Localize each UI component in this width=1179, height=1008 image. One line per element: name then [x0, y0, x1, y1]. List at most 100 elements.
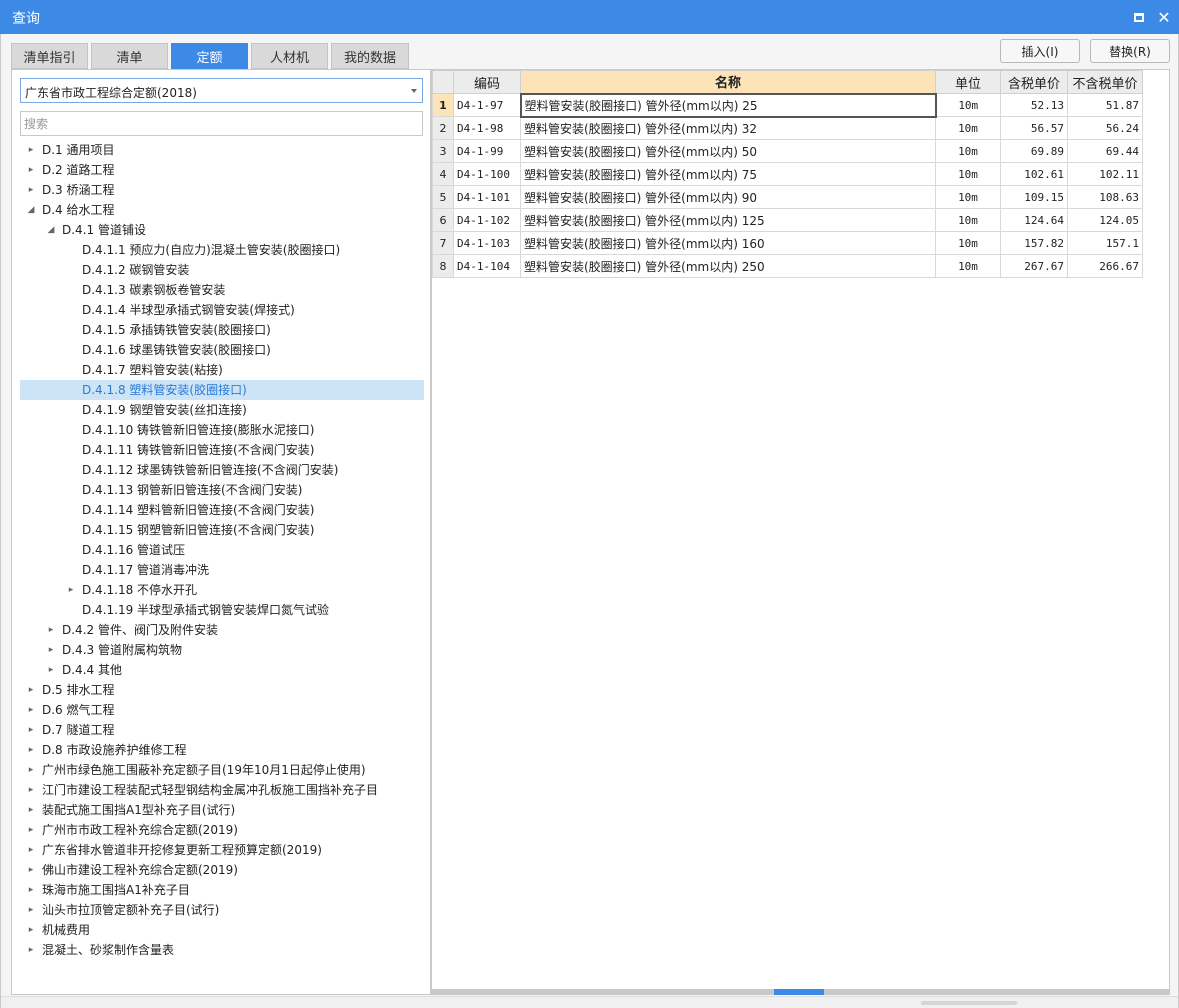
- table-row[interactable]: 4 D4-1-100 塑料管安装(胶圈接口) 管外径(mm以内) 75 10m 102.…: [432, 162, 1143, 186]
- row-number[interactable]: 2: [432, 116, 454, 140]
- expand-arrow-icon[interactable]: ▸: [26, 840, 36, 860]
- cell-code[interactable]: D4-1-102: [453, 208, 521, 232]
- scrollbar-thumb[interactable]: [774, 989, 824, 995]
- cell-tax-price[interactable]: 69.89: [1000, 139, 1068, 163]
- table-row[interactable]: 7 D4-1-103 塑料管安装(胶圈接口) 管外径(mm以内) 160 10m 157…: [432, 231, 1143, 255]
- tree-item[interactable]: D.4.1.1 预应力(自应力)混凝土管安装(胶圈接口): [20, 240, 424, 260]
- cell-name[interactable]: 塑料管安装(胶圈接口) 管外径(mm以内) 75: [520, 162, 936, 186]
- cell-name[interactable]: 塑料管安装(胶圈接口) 管外径(mm以内) 32: [520, 116, 936, 140]
- row-number[interactable]: 4: [432, 162, 454, 186]
- table-row[interactable]: 2 D4-1-98 塑料管安装(胶圈接口) 管外径(mm以内) 32 10m 56.57…: [432, 116, 1143, 140]
- cell-unit[interactable]: 10m: [935, 162, 1001, 186]
- expand-arrow-icon[interactable]: ▸: [26, 160, 36, 180]
- tree-item[interactable]: ▸ D.8 市政设施养护维修工程: [20, 740, 424, 760]
- cell-code[interactable]: D4-1-99: [453, 139, 521, 163]
- expand-arrow-icon[interactable]: ▸: [26, 800, 36, 820]
- search-input[interactable]: [20, 111, 423, 136]
- cell-code[interactable]: D4-1-98: [453, 116, 521, 140]
- tree-item[interactable]: D.4.1.17 管道消毒冲洗: [20, 560, 424, 580]
- tree-item[interactable]: D.4.1.4 半球型承插式钢管安装(焊接式): [20, 300, 424, 320]
- expand-arrow-icon[interactable]: ▸: [46, 640, 56, 660]
- insert-button[interactable]: 插入(I): [1000, 39, 1080, 63]
- expand-arrow-icon[interactable]: ▸: [26, 780, 36, 800]
- collapse-arrow-icon[interactable]: ◢: [26, 200, 36, 220]
- tree-item[interactable]: D.4.1.8 塑料管安装(胶圈接口): [20, 380, 424, 400]
- cell-unit[interactable]: 10m: [935, 231, 1001, 255]
- cell-notax-price[interactable]: 108.63: [1067, 185, 1143, 209]
- row-number[interactable]: 6: [432, 208, 454, 232]
- resize-grip[interactable]: [921, 1001, 1017, 1005]
- expand-arrow-icon[interactable]: ▸: [26, 740, 36, 760]
- tree-item[interactable]: ▸ 混凝土、砂浆制作含量表: [20, 940, 424, 960]
- cell-tax-price[interactable]: 157.82: [1000, 231, 1068, 255]
- tree-item[interactable]: D.4.1.6 球墨铸铁管安装(胶圈接口): [20, 340, 424, 360]
- column-header-notax-price[interactable]: 不含税单价: [1067, 70, 1143, 94]
- tree-item[interactable]: D.4.1.11 铸铁管新旧管连接(不含阀门安装): [20, 440, 424, 460]
- tree-item[interactable]: ▸ 珠海市施工围挡A1补充子目: [20, 880, 424, 900]
- cell-name[interactable]: 塑料管安装(胶圈接口) 管外径(mm以内) 25: [519, 92, 937, 118]
- tree-item[interactable]: D.4.1.2 碳钢管安装: [20, 260, 424, 280]
- cell-code[interactable]: D4-1-100: [453, 162, 521, 186]
- cell-tax-price[interactable]: 52.13: [1000, 93, 1068, 117]
- expand-arrow-icon[interactable]: ▸: [26, 940, 36, 960]
- expand-arrow-icon[interactable]: ▸: [26, 180, 36, 200]
- tree-item[interactable]: ▸ 江门市建设工程装配式轻型钢结构金属冲孔板施工围挡补充子目: [20, 780, 424, 800]
- tree-item[interactable]: ▸ 佛山市建设工程补充综合定额(2019): [20, 860, 424, 880]
- tree-item[interactable]: ▸ D.5 排水工程: [20, 680, 424, 700]
- row-number[interactable]: 8: [432, 254, 454, 278]
- tree-item[interactable]: ◢ D.4 给水工程: [20, 200, 424, 220]
- cell-notax-price[interactable]: 69.44: [1067, 139, 1143, 163]
- tree-item[interactable]: ▸ D.4.4 其他: [20, 660, 424, 680]
- cell-unit[interactable]: 10m: [935, 139, 1001, 163]
- row-number[interactable]: 7: [432, 231, 454, 255]
- expand-arrow-icon[interactable]: ▸: [26, 860, 36, 880]
- expand-arrow-icon[interactable]: ▸: [26, 900, 36, 920]
- collapse-arrow-icon[interactable]: ◢: [46, 220, 56, 240]
- cell-name[interactable]: 塑料管安装(胶圈接口) 管外径(mm以内) 160: [520, 231, 936, 255]
- expand-arrow-icon[interactable]: ▸: [26, 720, 36, 740]
- column-header-code[interactable]: 编码: [453, 70, 521, 94]
- cell-tax-price[interactable]: 102.61: [1000, 162, 1068, 186]
- tree-item[interactable]: D.4.1.14 塑料管新旧管连接(不含阀门安装): [20, 500, 424, 520]
- tab-bill[interactable]: 清单: [91, 43, 168, 69]
- tree-item[interactable]: ▸ D.7 隧道工程: [20, 720, 424, 740]
- cell-name[interactable]: 塑料管安装(胶圈接口) 管外径(mm以内) 125: [520, 208, 936, 232]
- tab-my-data[interactable]: 我的数据: [331, 43, 409, 69]
- tree-item[interactable]: ▸ D.4.3 管道附属构筑物: [20, 640, 424, 660]
- column-header-name[interactable]: 名称: [520, 70, 936, 94]
- expand-arrow-icon[interactable]: ▸: [46, 620, 56, 640]
- expand-arrow-icon[interactable]: ▸: [66, 580, 76, 600]
- column-header-tax-price[interactable]: 含税单价: [1000, 70, 1068, 94]
- cell-code[interactable]: D4-1-103: [453, 231, 521, 255]
- cell-unit[interactable]: 10m: [935, 208, 1001, 232]
- cell-name[interactable]: 塑料管安装(胶圈接口) 管外径(mm以内) 50: [520, 139, 936, 163]
- cell-unit[interactable]: 10m: [935, 185, 1001, 209]
- row-number[interactable]: 1: [432, 93, 454, 117]
- tree-item[interactable]: D.4.1.12 球墨铸铁管新旧管连接(不含阀门安装): [20, 460, 424, 480]
- table-row[interactable]: 6 D4-1-102 塑料管安装(胶圈接口) 管外径(mm以内) 125 10m 124…: [432, 208, 1143, 232]
- tree-item[interactable]: ▸ D.1 通用项目: [20, 140, 424, 160]
- tab-bill-guide[interactable]: 清单指引: [11, 43, 88, 69]
- tree-item[interactable]: ▸ 装配式施工围挡A1型补充子目(试行): [20, 800, 424, 820]
- tree-item[interactable]: ◢ D.4.1 管道铺设: [20, 220, 424, 240]
- cell-code[interactable]: D4-1-101: [453, 185, 521, 209]
- cell-tax-price[interactable]: 267.67: [1000, 254, 1068, 278]
- tree-item[interactable]: ▸ D.2 道路工程: [20, 160, 424, 180]
- table-row[interactable]: 8 D4-1-104 塑料管安装(胶圈接口) 管外径(mm以内) 250 10m 267…: [432, 254, 1143, 278]
- tree-item[interactable]: ▸ D.6 燃气工程: [20, 700, 424, 720]
- cell-notax-price[interactable]: 266.67: [1067, 254, 1143, 278]
- cell-notax-price[interactable]: 56.24: [1067, 116, 1143, 140]
- tree-item[interactable]: ▸ 广州市绿色施工围蔽补充定额子目(19年10月1日起停止使用): [20, 760, 424, 780]
- replace-button[interactable]: 替换(R): [1090, 39, 1170, 63]
- tree-item[interactable]: ▸ 汕头市拉顶管定额补充子目(试行): [20, 900, 424, 920]
- table-row[interactable]: 1 D4-1-97 塑料管安装(胶圈接口) 管外径(mm以内) 25 10m 52.13…: [432, 92, 1143, 118]
- expand-arrow-icon[interactable]: ▸: [26, 680, 36, 700]
- cell-unit[interactable]: 10m: [935, 93, 1001, 117]
- row-number[interactable]: 3: [432, 139, 454, 163]
- table-row[interactable]: 3 D4-1-99 塑料管安装(胶圈接口) 管外径(mm以内) 50 10m 69.89…: [432, 139, 1143, 163]
- tree-item[interactable]: D.4.1.15 钢塑管新旧管连接(不含阀门安装): [20, 520, 424, 540]
- maximize-button[interactable]: [1129, 7, 1149, 27]
- cell-tax-price[interactable]: 109.15: [1000, 185, 1068, 209]
- cell-code[interactable]: D4-1-97: [453, 93, 521, 117]
- cell-name[interactable]: 塑料管安装(胶圈接口) 管外径(mm以内) 250: [520, 254, 936, 278]
